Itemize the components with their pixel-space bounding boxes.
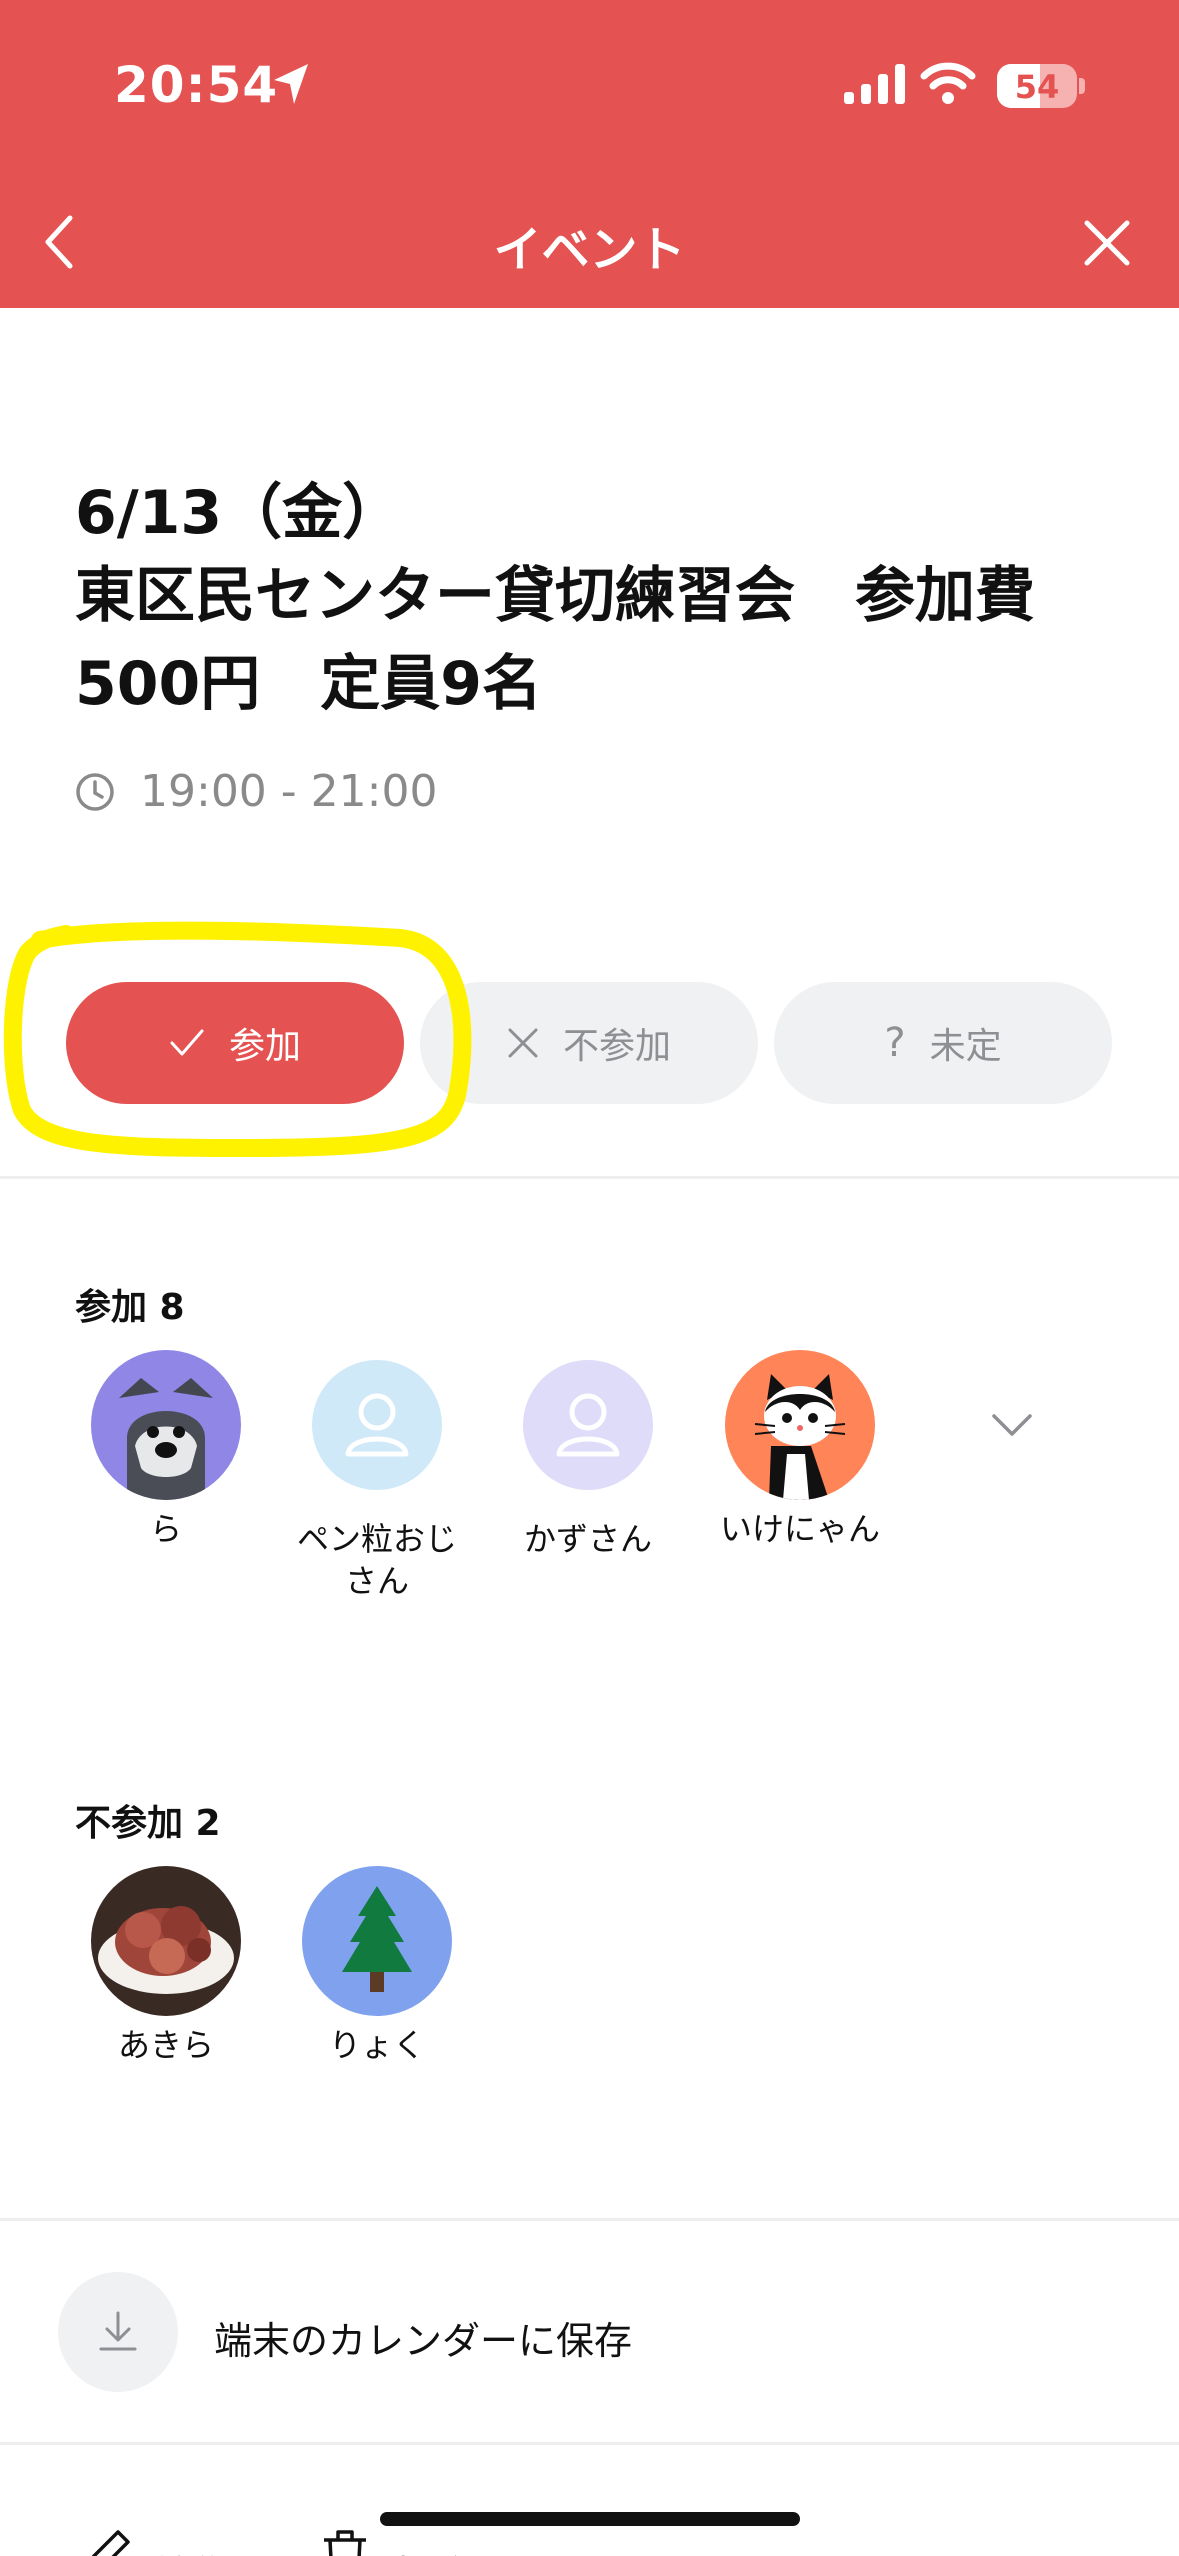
member-ike-nyan[interactable]: いけにゃん bbox=[700, 1350, 900, 1550]
member-name: ペン粒おじさん bbox=[296, 1520, 457, 1600]
signal-icon bbox=[844, 64, 905, 104]
member-name: いけにゃん bbox=[719, 1510, 880, 1548]
highlight-annotation bbox=[3, 921, 472, 1157]
default-person-avatar bbox=[523, 1360, 653, 1490]
declined-heading: 不参加 2 bbox=[75, 1803, 221, 1844]
delete-button[interactable]: 削除 bbox=[318, 2526, 468, 2556]
header-bar: 20:54 54 イベント bbox=[0, 0, 1179, 308]
battery-icon: 54 bbox=[997, 64, 1077, 108]
status-time: 20:54 bbox=[114, 56, 279, 114]
cat-avatar bbox=[725, 1350, 875, 1500]
nav-title: イベント bbox=[493, 222, 686, 278]
close-icon[interactable] bbox=[1082, 218, 1132, 268]
section-divider bbox=[0, 2442, 1179, 2445]
edit-button[interactable]: 編集 bbox=[80, 2526, 230, 2556]
member-kazu-san[interactable]: かずさん bbox=[488, 1360, 688, 1560]
food-photo-avatar bbox=[91, 1866, 241, 2016]
member-pen-tsubu-ojisan[interactable]: ペン粒おじさん bbox=[277, 1360, 477, 1602]
edit-label: 編集 bbox=[154, 2544, 230, 2556]
member-name: かずさん bbox=[523, 1520, 652, 1558]
member-ryoku[interactable]: りょく bbox=[277, 1866, 477, 2066]
pencil-icon bbox=[91, 2530, 130, 2556]
battery-tip bbox=[1079, 78, 1085, 94]
chevron-down-icon[interactable] bbox=[990, 1410, 1034, 1440]
member-akira[interactable]: あきら bbox=[66, 1866, 266, 2066]
save-to-calendar-row[interactable]: 端末のカレンダーに保存 bbox=[0, 2218, 1179, 2430]
attending-heading: 参加 8 bbox=[75, 1287, 185, 1328]
schnauzer-avatar bbox=[91, 1350, 241, 1500]
default-person-avatar bbox=[312, 1360, 442, 1490]
wifi-icon bbox=[920, 62, 976, 104]
member-name: あきら bbox=[117, 2026, 214, 2064]
question-icon: ? bbox=[884, 1020, 906, 1066]
pine-tree-avatar bbox=[302, 1866, 452, 2016]
location-arrow-icon bbox=[274, 64, 308, 104]
member-ra[interactable]: ら bbox=[66, 1350, 266, 1550]
decline-label: 不参加 bbox=[562, 1026, 671, 1067]
undecided-label: 未定 bbox=[929, 1026, 1002, 1067]
battery-level: 54 bbox=[1014, 68, 1060, 106]
member-name: りょく bbox=[328, 2026, 425, 2064]
event-title: 東区民センター貸切練習会 参加費500円 定員9名 bbox=[75, 561, 1035, 719]
event-date: 6/13（金） bbox=[75, 478, 403, 548]
home-indicator bbox=[380, 2512, 800, 2526]
save-to-calendar-label: 端末のカレンダーに保存 bbox=[214, 2319, 633, 2363]
download-icon bbox=[58, 2272, 178, 2392]
member-name: ら bbox=[149, 1510, 182, 1548]
trash-icon bbox=[324, 2530, 366, 2556]
delete-label: 削除 bbox=[392, 2544, 468, 2556]
undecided-button[interactable]: ? 未定 bbox=[774, 982, 1112, 1104]
x-icon bbox=[508, 1028, 538, 1058]
section-divider bbox=[0, 1176, 1179, 1179]
event-time: 19:00 - 21:00 bbox=[140, 766, 438, 817]
clock-icon bbox=[76, 773, 114, 811]
